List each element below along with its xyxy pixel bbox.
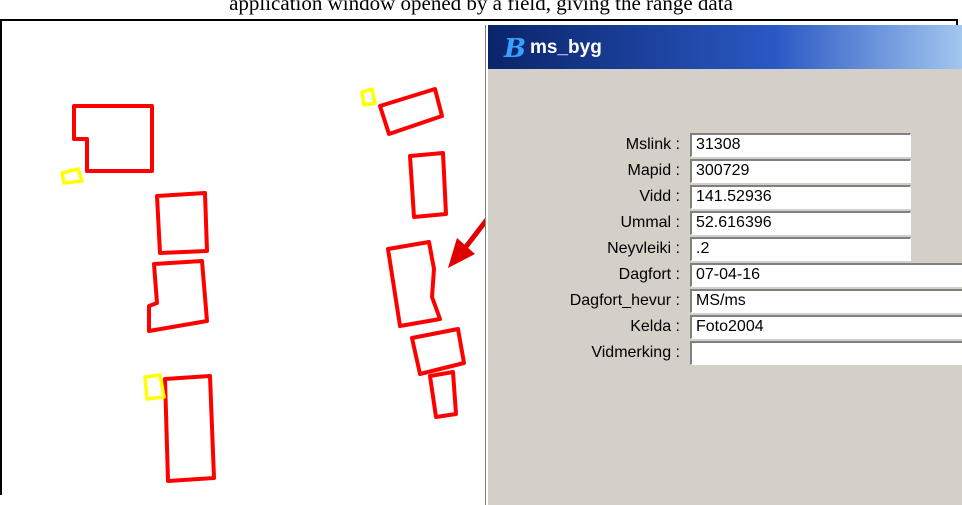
building-polygon xyxy=(386,240,442,328)
building-polygon xyxy=(378,87,444,136)
building-polygon xyxy=(163,374,216,483)
dialog-titlebar[interactable]: B ms_byg xyxy=(488,25,962,69)
field-row-vidmerking: Vidmerking : xyxy=(488,341,962,367)
annotation-polygon xyxy=(143,373,166,401)
vidd-field[interactable]: 141.52936 xyxy=(690,185,911,209)
caption-fragment: application window opened by a field, gi… xyxy=(229,0,733,15)
field-row-vidd: Vidd : 141.52936 xyxy=(488,185,962,211)
field-row-ummal: Ummal : 52.616396 xyxy=(488,211,962,237)
field-row-mslink: Mslink : 31308 xyxy=(488,133,962,159)
attribute-dialog[interactable]: B ms_byg Mslink : 31308 Mapid : 300729 V… xyxy=(486,25,962,505)
annotation-polygon xyxy=(360,87,377,107)
dagfort-hevur-field[interactable]: MS/ms xyxy=(690,289,962,313)
annotation-polygon xyxy=(60,167,84,185)
kelda-field[interactable]: Foto2004 xyxy=(690,315,962,339)
vidmerking-field[interactable] xyxy=(690,341,962,365)
field-row-dagfort-hevur: Dagfort_hevur : MS/ms xyxy=(488,289,962,315)
neyvleiki-field[interactable]: .2 xyxy=(690,237,911,261)
field-label-dagfort: Dagfort : xyxy=(618,266,680,283)
mapid-field[interactable]: 300729 xyxy=(690,159,911,183)
bentley-b-icon: B xyxy=(504,34,526,64)
mslink-field[interactable]: 31308 xyxy=(690,133,911,157)
field-label-mapid: Mapid : xyxy=(627,162,680,179)
building-polygon xyxy=(410,327,466,376)
field-label-mslink: Mslink : xyxy=(625,136,680,153)
field-label-vidmerking: Vidmerking : xyxy=(591,344,680,361)
building-polygon xyxy=(155,191,209,255)
field-row-mapid: Mapid : 300729 xyxy=(488,159,962,185)
field-label-dagfort-hevur: Dagfort_hevur : xyxy=(569,292,680,309)
field-label-neyvleiki: Neyvleiki : xyxy=(607,240,680,257)
field-row-neyvleiki: Neyvleiki : .2 xyxy=(488,237,962,263)
building-polygon xyxy=(147,259,209,333)
field-label-vidd: Vidd : xyxy=(639,188,680,205)
dagfort-field[interactable]: 07-04-16 xyxy=(690,263,962,287)
field-row-kelda: Kelda : Foto2004 xyxy=(488,315,962,341)
dialog-title: ms_byg xyxy=(530,37,602,58)
building-polygon xyxy=(72,104,154,173)
field-label-kelda: Kelda : xyxy=(630,318,680,335)
building-polygon xyxy=(428,370,458,419)
field-row-dagfort: Dagfort : 07-04-16 xyxy=(488,263,962,289)
building-polygon xyxy=(408,151,448,219)
field-label-ummal: Ummal : xyxy=(620,214,680,231)
ummal-field[interactable]: 52.616396 xyxy=(690,211,911,235)
